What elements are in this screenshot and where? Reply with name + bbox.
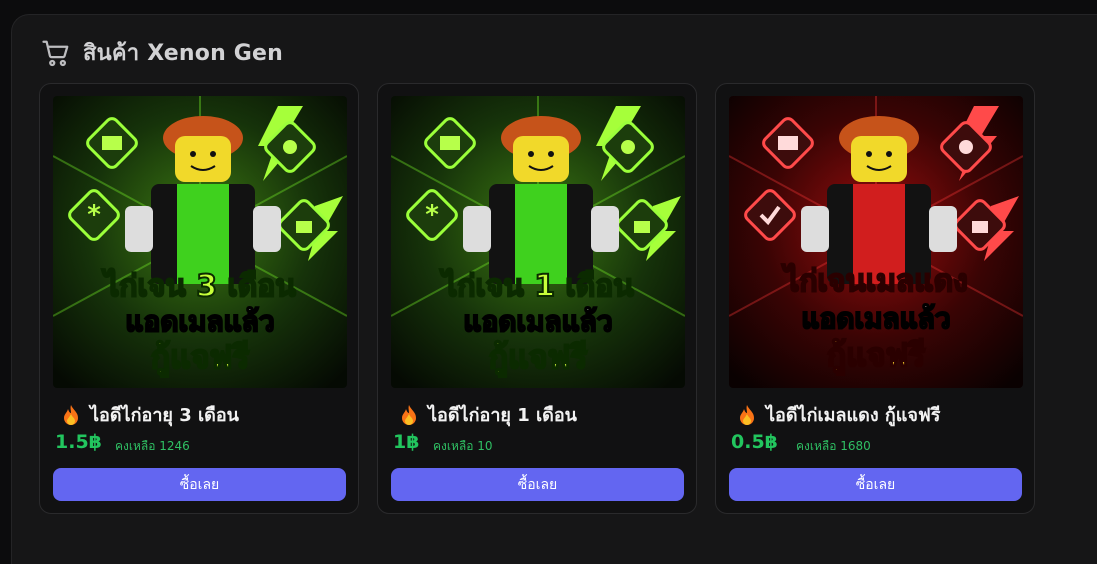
product-price: 1฿ (393, 431, 420, 453)
product-stock: คงเหลือ 1680 (796, 439, 871, 453)
fire-icon (402, 404, 416, 425)
product-stock: คงเหลือ 10 (433, 439, 493, 453)
banner-line-3: กู้แจฟรี (827, 336, 926, 376)
product-banner[interactable]: ไก่เจนเมลแดง แอดเมลแล้ว กู้แจฟรี (729, 96, 1023, 388)
product-name-text: ไอดีไก่เมลแดง กู้แจฟรี (766, 405, 941, 426)
buy-button[interactable]: ซื้อเลย (729, 468, 1022, 501)
product-name: ไอดีไก่เมลแดง กู้แจฟรี (738, 400, 940, 429)
product-card[interactable]: * ไก่เจน 3 เดือน แอดเมลแล้ว กู้แจฟรี ไอด… (39, 83, 359, 514)
banner-image: * ไก่เจน 1 เดือน แอดเมลแล้ว กู้แจฟรี (391, 96, 685, 388)
product-price: 0.5฿ (731, 431, 778, 453)
product-card[interactable]: * ไก่เจน 1 เดือน แอดเมลแล้ว กู้แจฟรี ไอด… (377, 83, 697, 514)
banner-line-1: ไก่เจน 1 เดือน (439, 268, 634, 304)
svg-text:*: * (425, 200, 439, 230)
banner-line-1: ไก่เจนเมลแดง (781, 263, 967, 299)
shopping-cart-icon (42, 40, 69, 66)
banner-line-3: กู้แจฟรี (151, 338, 250, 378)
section-title: สินค้า Xenon Gen (83, 41, 284, 66)
product-name: ไอดีไก่อายุ 1 เดือน (400, 400, 577, 429)
buy-button[interactable]: ซื้อเลย (391, 468, 684, 501)
product-banner[interactable]: * ไก่เจน 1 เดือน แอดเมลแล้ว กู้แจฟรี (391, 96, 685, 388)
fire-icon (740, 404, 754, 425)
product-card[interactable]: ไก่เจนเมลแดง แอดเมลแล้ว กู้แจฟรี ไอดีไก่… (715, 83, 1035, 514)
banner-line-2: แอดเมลแล้ว (463, 305, 612, 338)
section-header: สินค้า Xenon Gen (41, 35, 283, 70)
product-stock: คงเหลือ 1246 (115, 439, 190, 453)
product-name-text: ไอดีไก่อายุ 3 เดือน (90, 405, 239, 426)
buy-button[interactable]: ซื้อเลย (53, 468, 346, 501)
product-name-text: ไอดีไก่อายุ 1 เดือน (428, 405, 577, 426)
svg-text:*: * (87, 200, 101, 230)
fire-icon (64, 404, 78, 425)
banner-image: ไก่เจนเมลแดง แอดเมลแล้ว กู้แจฟรี (729, 96, 1023, 388)
banner-image: * ไก่เจน 3 เดือน แอดเมลแล้ว กู้แจฟรี (53, 96, 347, 388)
banner-line-1: ไก่เจน 3 เดือน (101, 268, 296, 304)
banner-line-2: แอดเมลแล้ว (125, 305, 274, 338)
banner-line-2: แอดเมลแล้ว (801, 302, 950, 335)
product-banner[interactable]: * ไก่เจน 3 เดือน แอดเมลแล้ว กู้แจฟรี (53, 96, 347, 388)
product-name: ไอดีไก่อายุ 3 เดือน (62, 400, 239, 429)
product-price: 1.5฿ (55, 431, 102, 453)
banner-line-3: กู้แจฟรี (489, 338, 588, 378)
